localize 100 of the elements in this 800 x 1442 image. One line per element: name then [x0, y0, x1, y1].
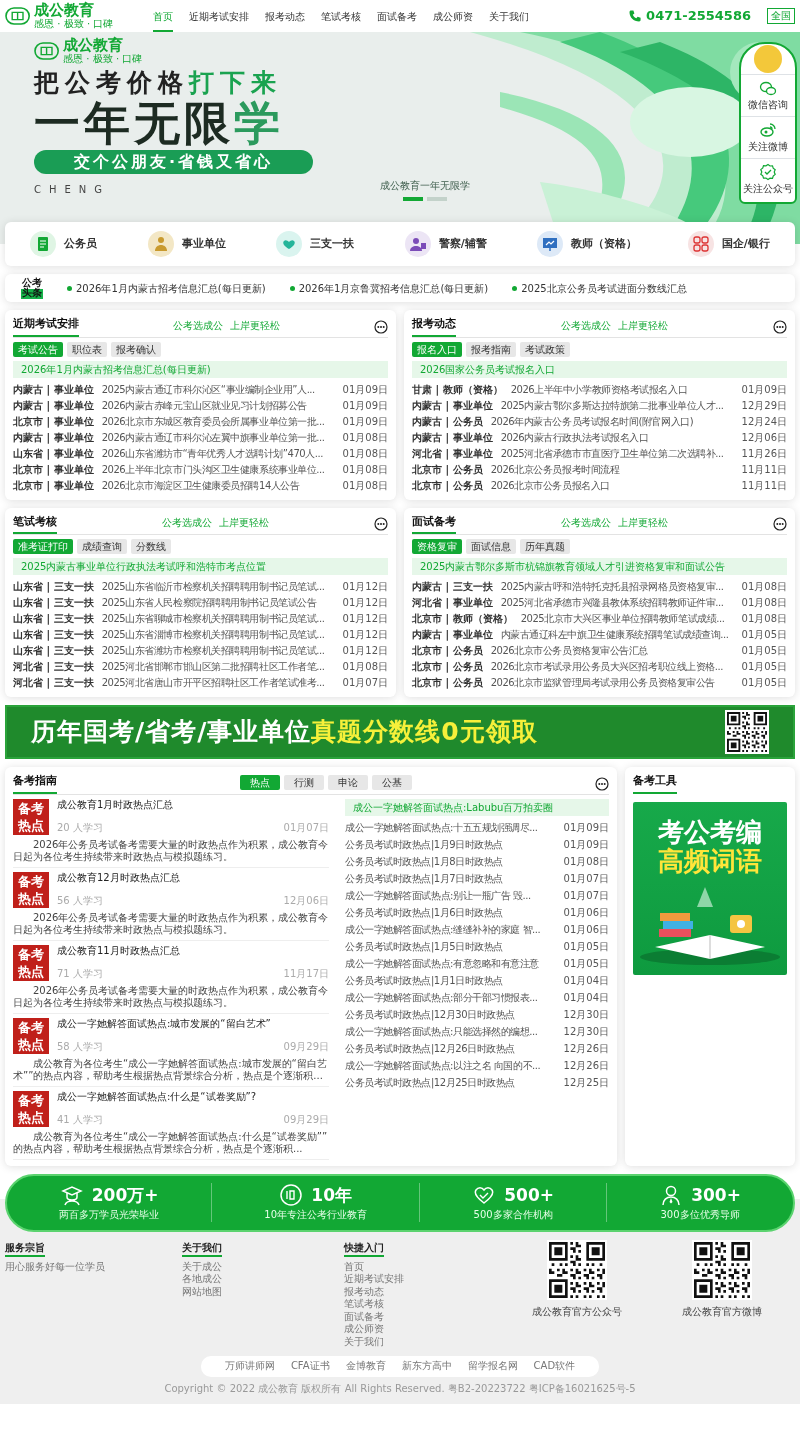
news-link[interactable]: 成公一字她解答面试热点:只能选择然的编想... [345, 1026, 556, 1038]
category-link[interactable]: 事业单位 [181, 235, 226, 253]
more-icon[interactable] [374, 319, 388, 334]
promo-banner[interactable]: 历年国考/省考/事业单位真题分数线0元领取 [5, 705, 795, 759]
news-link[interactable]: 2026内蒙古赤峰元宝山区就业见习计划招募公告 [101, 399, 335, 412]
tab[interactable]: 报考确认 [111, 341, 161, 357]
more-icon[interactable] [374, 517, 388, 531]
news-link[interactable]: 公务员考试时政热点|1月7日时政热点 [345, 873, 556, 885]
news-link[interactable]: 2026北京市公务员报名入口 [490, 479, 734, 492]
friend-link[interactable]: 万师讲师网 [224, 1360, 275, 1373]
news-link[interactable]: 2025内蒙古通辽市科尔沁区“事业编制企业用”人... [101, 383, 335, 396]
news-link[interactable]: 2025山东省淄博市检察机关招聘聘用制书记员笔试... [101, 629, 335, 641]
news-link[interactable]: 2026北京市公务员资格复审公告汇总 [490, 645, 734, 657]
article-link[interactable]: 成公一字她解答面试热点:什么是“试卷奖励”? [57, 1090, 329, 1103]
news-link[interactable]: 公务员考试时政热点|12月25日时政热点 [345, 1077, 556, 1089]
article-link[interactable]: 成公教育12月时政热点汇总 [57, 871, 329, 884]
nav-link[interactable]: 近期考试安排 [189, 0, 250, 32]
friend-link[interactable]: CFA证书 [290, 1360, 330, 1373]
slide-indicator[interactable] [403, 196, 424, 201]
footer-link[interactable]: 关于我们 [343, 1335, 384, 1348]
ticker-link[interactable]: 2025北京公务员考试进面分数线汇总 [521, 280, 687, 296]
category-icon[interactable] [687, 231, 714, 257]
widget-label[interactable]: 关注微博 [748, 139, 788, 154]
footer-link[interactable]: 笔试考核 [343, 1298, 384, 1311]
category-link[interactable]: 教师（资格） [571, 235, 638, 253]
friend-link[interactable]: 金博教育 [345, 1360, 386, 1373]
news-link[interactable]: 2026北京市东城区教育委员会所属事业单位第一批... [101, 415, 335, 428]
widget-label[interactable]: 关注公众号 [743, 181, 793, 196]
footer-link[interactable]: 首页 [343, 1260, 364, 1273]
footer-link[interactable]: 网站地图 [182, 1285, 223, 1298]
footer-link[interactable]: 面试备考 [343, 1310, 384, 1323]
tab[interactable]: 成绩查询 [77, 539, 127, 554]
article-link[interactable]: 成公教育11月时政热点汇总 [57, 944, 329, 957]
ticker-link[interactable]: 2026年1月京鲁冀招考信息汇总(每日更新) [298, 280, 489, 296]
news-link[interactable]: 成公一字她解答面试热点:有意忽略和有意注意 [345, 958, 556, 970]
ticker-link[interactable]: 2026年1月内蒙古招考信息汇总(每日更新) [76, 280, 266, 296]
footer-link[interactable]: 关于成公 [182, 1260, 223, 1273]
news-link[interactable]: 2025山东省临沂市检察机关招聘聘用制书记员笔试... [101, 581, 335, 593]
footer-link[interactable]: 近期考试安排 [343, 1273, 404, 1286]
friend-link[interactable]: 留学报名网 [467, 1360, 518, 1373]
footer-link[interactable]: 成公师资 [343, 1323, 384, 1336]
news-link[interactable]: 公务员考试时政热点|1月6日时政热点 [345, 907, 556, 919]
nav-link[interactable]: 关于我们 [489, 0, 530, 32]
news-link[interactable]: 2025河北省唐山市开平区招聘社区工作者笔试准考... [101, 677, 335, 689]
news-link[interactable]: 2025山东省聊城市检察机关招聘聘用制书记员笔试... [101, 613, 335, 625]
news-link[interactable]: 成公一字她解答面试热点:以注之名 向国的不... [345, 1060, 556, 1072]
nav-link[interactable]: 成公师资 [433, 0, 474, 32]
tab[interactable]: 公基 [372, 774, 412, 790]
news-link[interactable]: 公务员考试时政热点|1月1日时政热点 [345, 975, 556, 987]
category-link[interactable]: 公务员 [64, 235, 98, 253]
news-link[interactable]: 公务员考试时政热点|1月8日时政热点 [345, 856, 556, 868]
news-link[interactable]: 公务员考试时政热点|1月5日时政热点 [345, 941, 556, 953]
news-link[interactable]: 2025河北省承德市兴隆县教体系统招聘教师证件审... [500, 597, 734, 609]
news-link[interactable]: 2026北京市监狱管理局考试录用公务员资格复审公告 [490, 677, 734, 689]
news-link[interactable]: 2025山东省潍坊市检察机关招聘聘用制书记员笔试... [101, 645, 335, 657]
tab[interactable]: 职位表 [67, 341, 107, 357]
category-icon[interactable] [30, 231, 57, 257]
tab[interactable]: 考试政策 [520, 341, 570, 357]
article-link[interactable]: 成公教育1月时政热点汇总 [57, 798, 329, 811]
news-link[interactable]: 2026内蒙古行政执法考试报名入口 [500, 431, 734, 444]
news-link[interactable]: 2026北京市海淀区卫生健康委员招聘14人公告 [101, 479, 335, 492]
news-link[interactable]: 公务员考试时政热点|1月9日时政热点 [345, 839, 556, 851]
nav-link[interactable]: 面试备考 [377, 0, 418, 32]
more-icon[interactable] [773, 517, 787, 531]
wechat-icon[interactable] [759, 79, 777, 97]
widget-label[interactable]: 微信咨询 [748, 97, 788, 112]
news-link[interactable]: 2025河北省承德市市直医疗卫生单位第二次选聘补... [500, 447, 734, 460]
news-link[interactable]: 2026内蒙古通辽市科尔沁左翼中旗事业单位第一批... [101, 431, 335, 444]
category-icon[interactable] [404, 231, 431, 257]
category-link[interactable]: 警察/辅警 [438, 235, 487, 253]
article-link[interactable]: 成公一字她解答面试热点:城市发展的“留白艺术” [57, 1017, 329, 1030]
footer-link[interactable]: 各地成公 [182, 1273, 223, 1286]
news-link[interactable]: 成公一字她解答面试热点:部分干部习惯报表... [345, 992, 556, 1004]
category-icon[interactable] [147, 231, 174, 257]
news-link[interactable]: 成公一字她解答面试热点:十五五规划强调尽... [345, 822, 556, 834]
news-link[interactable]: 成公一字她解答面试热点:缝缝补补的家庭 智... [345, 924, 556, 936]
news-link[interactable]: 内蒙古通辽科左中旗卫生健康系统招聘笔试成绩查询... [500, 629, 734, 641]
tab[interactable]: 历年真题 [520, 539, 570, 554]
news-link[interactable]: 2025内蒙古鄂尔多斯达拉特旗第二批事业单位人才... [500, 399, 734, 412]
tab[interactable]: 申论 [328, 774, 368, 790]
footer-link[interactable]: 报考动态 [343, 1285, 384, 1298]
news-link[interactable]: 公务员考试时政热点|12月26日时政热点 [345, 1043, 556, 1055]
category-link[interactable]: 三支一扶 [310, 235, 355, 253]
news-link[interactable]: 2025内蒙古呼和浩特托克托县招录网格员资格复审... [500, 581, 734, 593]
friend-link[interactable]: CAD软件 [533, 1360, 576, 1373]
tab[interactable]: 分数线 [131, 539, 171, 554]
news-link[interactable]: 2025北京市大兴区事业单位招聘教师笔试成绩... [520, 613, 734, 625]
news-link[interactable]: 2026年内蒙古公务员考试报名时间(附官网入口) [490, 415, 734, 428]
weibo-icon[interactable] [759, 121, 777, 139]
news-link[interactable]: 2026北京市考试录用公务员大兴区招考职位线上资格... [490, 661, 734, 673]
category-link[interactable]: 国企/银行 [721, 235, 770, 253]
tab[interactable]: 面试信息 [466, 539, 516, 554]
category-icon[interactable] [276, 231, 303, 257]
nav-link[interactable]: 报考动态 [265, 0, 306, 32]
news-link[interactable]: 2025山东省人民检察院招聘聘用制书记员笔试公告 [101, 597, 335, 609]
nav-link[interactable]: 笔试考核 [321, 0, 362, 32]
news-link[interactable]: 2026上半年中小学教师资格考试报名入口 [510, 383, 734, 396]
friend-link[interactable]: 新东方高中 [401, 1360, 452, 1373]
news-link[interactable]: 2026山东省潍坊市“青年优秀人才选聘计划”470人... [101, 447, 335, 460]
tab[interactable]: 行测 [284, 774, 324, 790]
